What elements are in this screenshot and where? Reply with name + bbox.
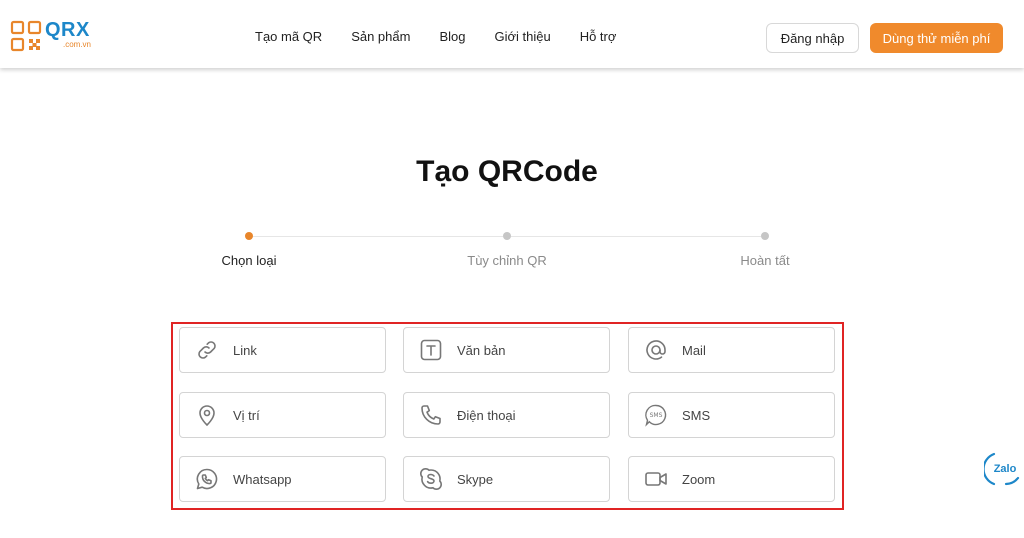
qr-type-mail[interactable]: Mail [628,327,835,373]
qr-type-link[interactable]: Link [179,327,386,373]
step-dot-customize [503,232,511,240]
step-dot-complete [761,232,769,240]
stepper-line-1 [253,236,503,237]
step-dot-choose-type [245,232,253,240]
page-title: Tạo QRCode [416,155,598,188]
qr-type-location[interactable]: Vị trí [179,392,386,438]
sms-icon: SMS [643,402,669,428]
brand-logo[interactable]: QRX .com.vn [10,20,91,52]
main-nav: Tạo mã QR Sản phẩm Blog Giới thiệu Hỗ tr… [255,29,645,44]
qr-type-label: Link [233,342,257,358]
step-label-choose-type: Chọn loại [221,253,277,268]
whatsapp-icon [194,466,220,492]
qr-type-text[interactable]: Văn bản [403,327,610,373]
qr-type-label: SMS [682,407,711,423]
top-header: QRX .com.vn Tạo mã QR Sản phẩm Blog Giới… [0,0,1024,68]
zalo-label: Zalo [994,463,1017,475]
video-camera-icon [643,466,669,492]
link-icon [194,337,220,363]
text-icon [418,337,444,363]
at-icon [643,337,669,363]
qr-type-label: Zoom [682,471,716,487]
qr-type-label: Điện thoại [457,407,516,423]
logo-subtitle: .com.vn [63,40,92,49]
qr-logo-icon [10,20,42,52]
zalo-chat-button[interactable]: Zalo [984,451,1022,487]
qr-type-label: Mail [682,342,706,358]
svg-text:SMS: SMS [650,412,663,419]
qr-type-label: Whatsapp [233,471,292,487]
qr-type-whatsapp[interactable]: Whatsapp [179,456,386,502]
free-trial-button[interactable]: Dùng thử miễn phí [870,23,1003,53]
nav-about[interactable]: Giới thiệu [494,29,550,44]
skype-icon [418,466,444,492]
qr-type-phone[interactable]: Điện thoại [403,392,610,438]
qr-type-label: Skype [457,471,494,487]
location-pin-icon [194,402,220,428]
qr-type-zoom[interactable]: Zoom [628,456,835,502]
qr-type-sms[interactable]: SMS SMS [628,392,835,438]
phone-icon [418,402,444,428]
nav-blog[interactable]: Blog [439,29,465,44]
qr-type-label: Vị trí [233,407,260,423]
logo-title: QRX [45,19,90,41]
step-label-customize: Tùy chỉnh QR [467,253,547,268]
nav-create-qr[interactable]: Tạo mã QR [255,29,322,44]
nav-support[interactable]: Hỗ trợ [580,29,617,44]
step-label-complete: Hoàn tất [740,253,790,268]
nav-products[interactable]: Sản phẩm [351,29,410,44]
stepper-line-2 [511,236,761,237]
login-button[interactable]: Đăng nhập [766,23,859,53]
qr-type-skype[interactable]: Skype [403,456,610,502]
zalo-chat-icon: Zalo [984,452,1020,486]
qr-type-label: Văn bản [457,342,506,358]
